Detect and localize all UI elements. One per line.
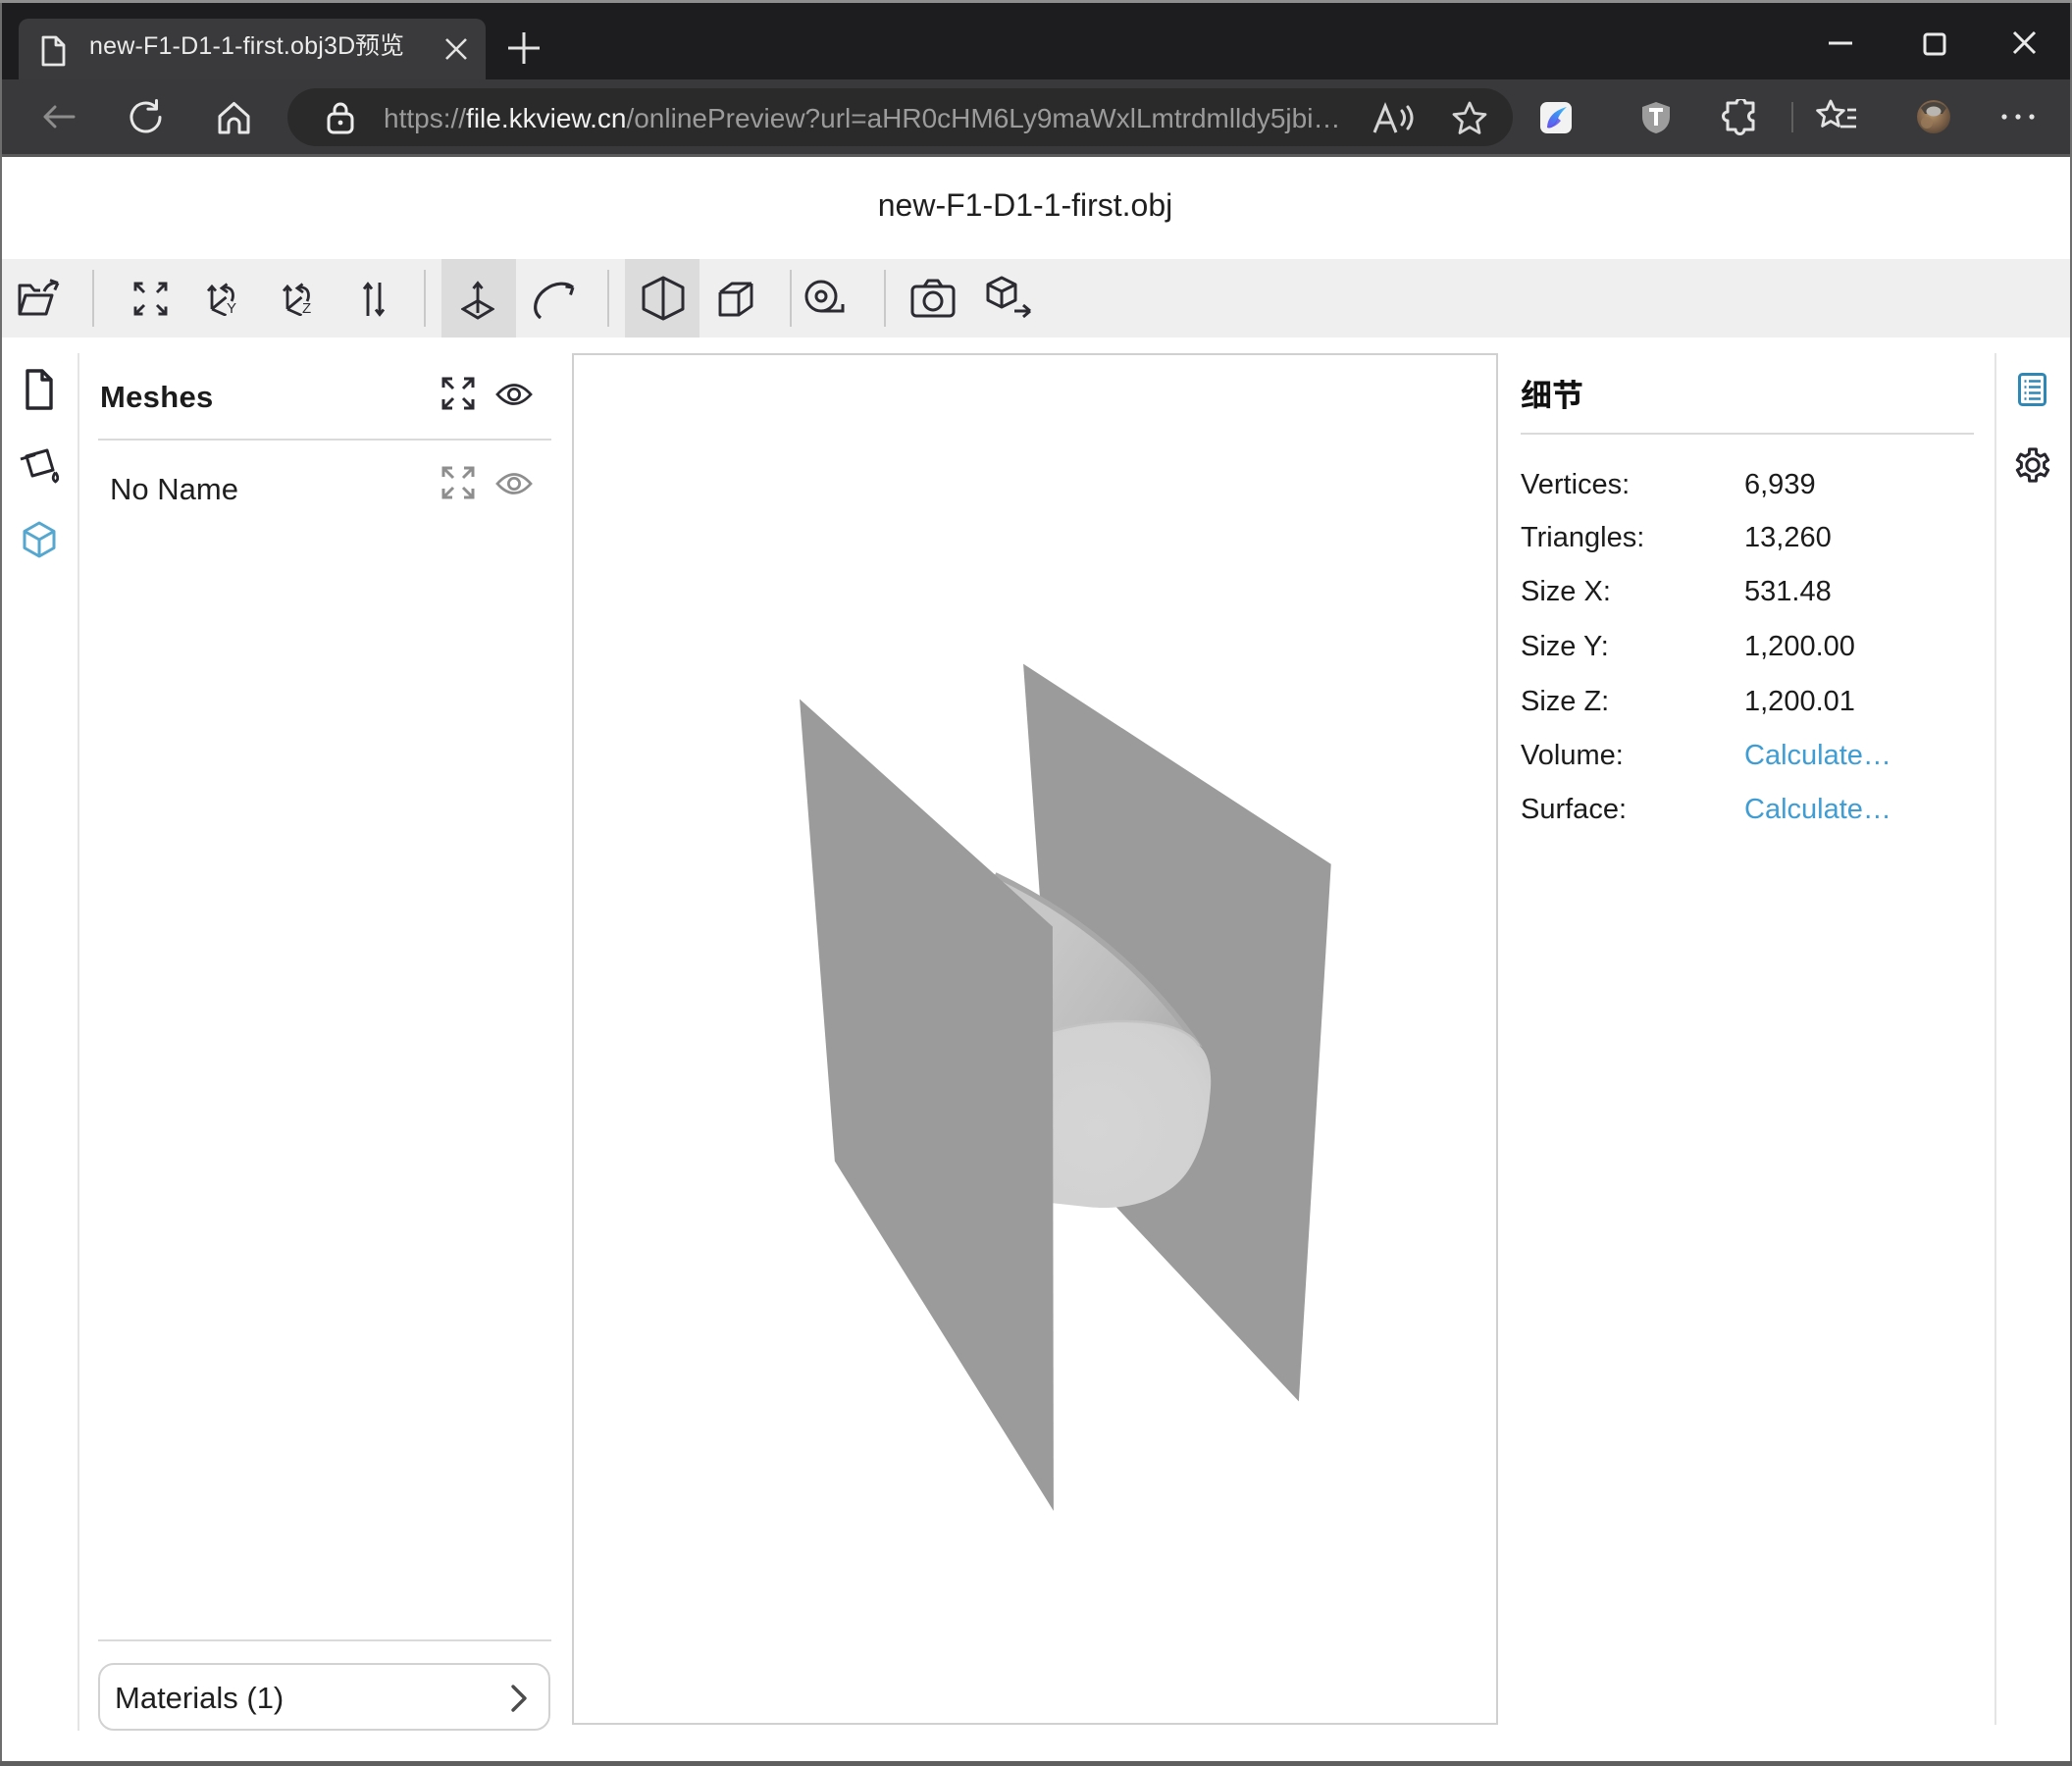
svg-text:Y: Y bbox=[227, 300, 236, 316]
svg-text:Z: Z bbox=[302, 300, 311, 316]
